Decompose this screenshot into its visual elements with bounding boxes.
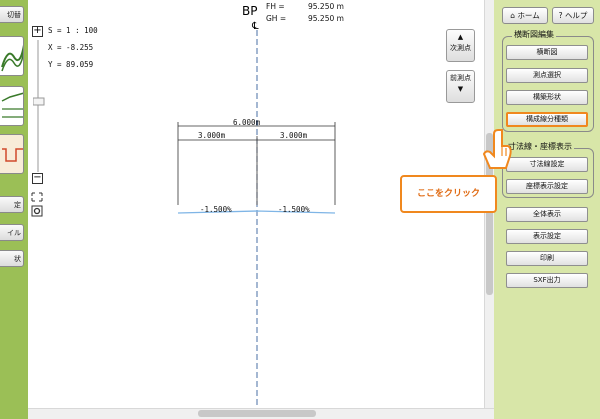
cross-section-thumbnail-2[interactable]: [0, 86, 24, 126]
full-view-button[interactable]: 全体表示: [506, 207, 588, 222]
home-label: ホーム: [517, 11, 540, 20]
layers-icon: [1, 92, 23, 118]
left-button-1[interactable]: 定: [0, 196, 24, 213]
cross-section-thumbnail-3[interactable]: [0, 134, 24, 174]
left-button-2[interactable]: イル: [0, 224, 24, 241]
print-button[interactable]: 印刷: [506, 251, 588, 266]
display-settings-button[interactable]: 表示設定: [506, 229, 588, 244]
section-shape-icon: [2, 148, 23, 162]
left-dimension-label: 3.000m: [198, 131, 226, 140]
help-icon: ?: [558, 11, 563, 20]
left-slope-label: -1.500%: [200, 205, 232, 214]
horizontal-scroll-thumb[interactable]: [198, 410, 316, 417]
right-dimension-label: 3.000m: [280, 131, 308, 140]
structure-shape-button[interactable]: 構築形状: [506, 90, 588, 105]
sxf-export-button[interactable]: SXF出力: [506, 273, 588, 288]
help-button[interactable]: ? ヘルプ: [552, 7, 594, 24]
coordinate-display-button[interactable]: 座標表示設定: [506, 179, 588, 194]
home-button[interactable]: ⌂ ホーム: [502, 7, 548, 24]
dimension-group-title: 寸法線・座標表示: [506, 141, 574, 152]
pointing-hand-icon: [482, 129, 512, 169]
left-toolbar: 切替 定 イル 状: [0, 0, 28, 419]
home-icon: ⌂: [510, 11, 516, 20]
switch-button[interactable]: 切替: [0, 6, 24, 23]
left-button-3[interactable]: 状: [0, 250, 24, 267]
click-here-callout: ここをクリック: [400, 175, 497, 213]
cross-section-thumbnail-1[interactable]: [0, 36, 24, 76]
edit-group-title: 横断図編集: [512, 29, 556, 40]
cross-section-button[interactable]: 横断図: [506, 45, 588, 60]
app-root: 切替 定 イル 状 + − S = 1: 100 X = -8.255 Y =…: [0, 0, 600, 419]
terrain-icon: [1, 44, 23, 72]
horizontal-scrollbar[interactable]: [28, 408, 494, 419]
dimension-setting-button[interactable]: 寸法線設定: [506, 157, 588, 172]
total-dimension-label: 6.000m: [233, 118, 261, 127]
segment-type-button[interactable]: 構成線分種類: [506, 112, 588, 127]
right-slope-label: -1.500%: [278, 205, 310, 214]
help-label: ヘルプ: [564, 11, 588, 20]
station-select-button[interactable]: 測点選択: [506, 68, 588, 83]
right-panel: ⌂ ホーム ? ヘルプ 横断図編集 横断図 測点選択 構築形状 構成線分種類 寸…: [494, 0, 600, 419]
